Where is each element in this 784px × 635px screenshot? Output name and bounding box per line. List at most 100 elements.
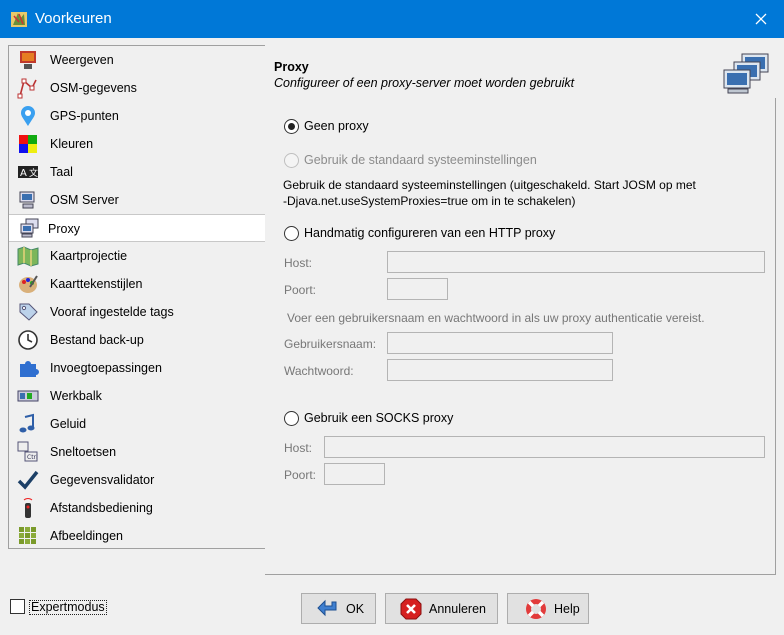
- proxy-icon: [20, 218, 39, 238]
- system-proxy-note-line2: -Djava.net.useSystemProxies=true om in t…: [283, 194, 576, 208]
- expert-mode-checkbox[interactable]: [10, 599, 25, 614]
- server-icon: [19, 191, 35, 209]
- sidebar-item-label: Vooraf ingestelde tags: [50, 305, 174, 319]
- sidebar-item-weergeven[interactable]: Weergeven: [9, 46, 265, 74]
- socks-port-field[interactable]: [324, 463, 385, 485]
- validator-check-icon: [17, 470, 39, 490]
- sidebar-item-geluid[interactable]: Geluid: [9, 410, 265, 438]
- sidebar-item-invoegtoepassingen[interactable]: Invoegtoepassingen: [9, 354, 265, 382]
- sidebar-item-gegevensvalidator[interactable]: Gegevensvalidator: [9, 466, 265, 494]
- system-proxy-note-line1: Gebruik de standaard systeeminstellingen…: [283, 178, 696, 192]
- svg-text:文: 文: [29, 167, 38, 179]
- osm-data-icon: [17, 78, 37, 99]
- window-title: Voorkeuren: [35, 10, 112, 27]
- sidebar-item-label: Werkbalk: [50, 389, 102, 403]
- cancel-button[interactable]: Annuleren: [385, 593, 498, 624]
- close-button[interactable]: [738, 0, 784, 38]
- sidebar-item-label: Sneltoetsen: [50, 445, 117, 459]
- sidebar-item-label: Weergeven: [50, 53, 114, 67]
- sound-icon: [19, 413, 35, 433]
- title-bar: Voorkeuren: [0, 0, 784, 38]
- sidebar-item-werkbalk[interactable]: Werkbalk: [9, 382, 265, 410]
- http-proxy-label: Handmatig configureren van een HTTP prox…: [304, 226, 556, 240]
- palette-icon: [19, 275, 38, 293]
- http-host-field[interactable]: [387, 251, 765, 273]
- ok-label: OK: [346, 601, 365, 616]
- lifebuoy-help-icon: [526, 598, 546, 619]
- panel-title: Proxy: [274, 60, 309, 74]
- password-field[interactable]: [387, 359, 613, 381]
- imagery-grid-icon: [19, 527, 36, 544]
- sidebar-item-label: Proxy: [48, 222, 80, 236]
- ok-button[interactable]: OK: [301, 593, 376, 624]
- http-host-label: Host:: [284, 256, 313, 270]
- gps-pin-icon: [21, 106, 35, 126]
- colors-icon: [19, 135, 37, 153]
- http-proxy-option[interactable]: Handmatig configureren van een HTTP prox…: [284, 224, 555, 242]
- sidebar-item-label: Afbeeldingen: [50, 529, 123, 543]
- sidebar-item-afstandsbediening[interactable]: Afstandsbediening: [9, 494, 265, 522]
- socks-proxy-label: Gebruik een SOCKS proxy: [304, 411, 454, 425]
- expert-mode-label[interactable]: Expertmodus: [29, 600, 107, 615]
- tag-icon: [19, 303, 38, 321]
- display-icon: [20, 51, 36, 69]
- sidebar-item-label: Afstandsbediening: [50, 501, 153, 515]
- shortcuts-icon: Ctrl: [17, 441, 38, 462]
- sidebar-item-proxy[interactable]: Proxy: [9, 214, 267, 242]
- cancel-label: Annuleren: [429, 601, 486, 616]
- sidebar-item-afbeeldingen[interactable]: Afbeeldingen: [9, 522, 265, 550]
- http-proxy-radio[interactable]: [284, 225, 299, 241]
- plugin-icon: [20, 361, 39, 377]
- sidebar-item-osm-server[interactable]: OSM Server: [9, 186, 265, 214]
- socks-proxy-radio[interactable]: [284, 410, 299, 426]
- sidebar-item-osm-gegevens[interactable]: OSM-gegevens: [9, 74, 265, 102]
- sidebar-item-taal[interactable]: A 文 Taal: [9, 158, 265, 186]
- sidebar-item-label: Gegevensvalidator: [50, 473, 155, 487]
- socks-host-label: Host:: [284, 441, 313, 455]
- sidebar-item-label: OSM-gegevens: [50, 81, 137, 95]
- svg-text:Ctrl: Ctrl: [27, 454, 38, 461]
- http-port-field[interactable]: [387, 278, 448, 300]
- username-field[interactable]: [387, 332, 613, 354]
- auth-note: Voer een gebruikersnaam en wachtwoord in…: [287, 311, 705, 325]
- sidebar-item-kaarttekenstijlen[interactable]: Kaarttekenstijlen: [9, 270, 265, 298]
- help-button[interactable]: Help: [507, 593, 589, 624]
- sidebar-item-kleuren[interactable]: Kleuren: [9, 130, 265, 158]
- no-proxy-label: Geen proxy: [304, 119, 369, 133]
- socks-port-label: Poort:: [284, 468, 317, 482]
- map-projection-icon: [17, 246, 39, 267]
- sidebar-item-label: Kaarttekenstijlen: [50, 277, 143, 291]
- sidebar-item-kaartprojectie[interactable]: Kaartprojectie: [9, 242, 265, 270]
- language-icon: A文: [18, 166, 38, 179]
- josm-app-icon: [11, 12, 27, 27]
- password-label: Wachtwoord:: [284, 364, 354, 378]
- sidebar-item-gps-punten[interactable]: GPS-punten: [9, 102, 265, 130]
- panel-header: [265, 45, 776, 98]
- system-proxy-radio: [284, 152, 299, 168]
- socks-proxy-option[interactable]: Gebruik een SOCKS proxy: [284, 409, 453, 427]
- preferences-sidebar: Weergeven OSM-gegevens GPS-punten Kleuren A 文…: [8, 45, 267, 550]
- help-label: Help: [554, 601, 580, 616]
- no-proxy-radio[interactable]: [284, 118, 299, 134]
- system-proxy-option: Gebruik de standaard systeeminstellingen: [284, 151, 537, 169]
- sidebar-item-vooraf-ingestelde-tags[interactable]: Vooraf ingestelde tags: [9, 298, 265, 326]
- sidebar-item-label: Bestand back-up: [50, 333, 144, 347]
- sidebar-item-label: OSM Server: [50, 193, 119, 207]
- svg-text:A: A: [20, 168, 27, 179]
- panel-subtitle: Configureer of een proxy-server moet wor…: [274, 76, 575, 90]
- sidebar-item-label: GPS-punten: [50, 109, 119, 123]
- sidebar-item-label: Invoegtoepassingen: [50, 361, 162, 375]
- sidebar-item-label: Kleuren: [50, 137, 94, 151]
- toolbar-icon: [17, 390, 39, 402]
- close-icon: [755, 13, 767, 25]
- username-label: Gebruikersnaam:: [284, 337, 377, 351]
- socks-host-field[interactable]: [324, 436, 765, 458]
- cancel-icon: [400, 598, 422, 619]
- sidebar-item-sneltoetsen[interactable]: Ctrl Sneltoetsen: [9, 438, 265, 466]
- no-proxy-option[interactable]: Geen proxy: [284, 117, 369, 135]
- system-proxy-label: Gebruik de standaard systeeminstellingen: [304, 153, 537, 167]
- ok-arrow-icon: [317, 599, 337, 616]
- network-computers-icon: [723, 53, 769, 94]
- sidebar-item-bestand-back-up[interactable]: Bestand back-up: [9, 326, 265, 354]
- backup-clock-icon: [18, 330, 38, 350]
